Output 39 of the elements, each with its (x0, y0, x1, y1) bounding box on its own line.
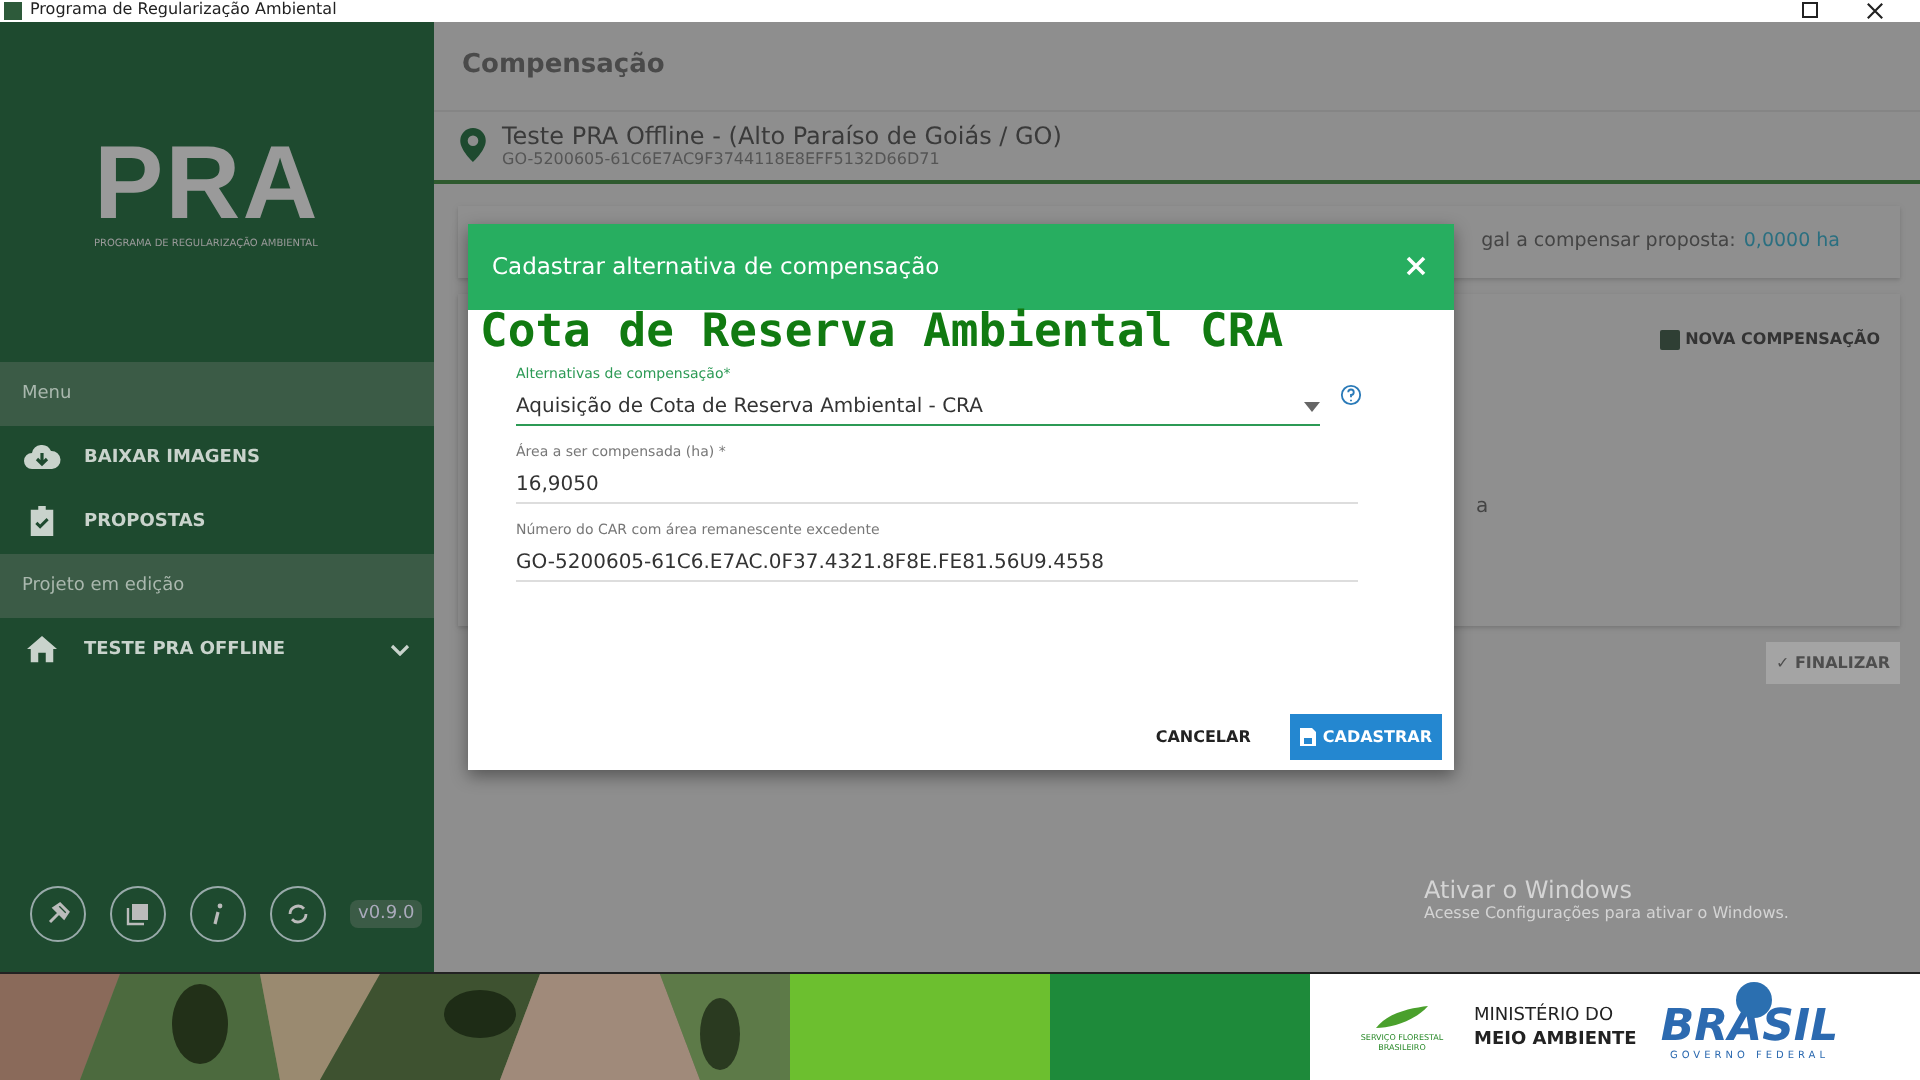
leaf-icon (1372, 1003, 1432, 1031)
hammer-icon[interactable] (30, 886, 86, 942)
dialog-title: Cadastrar alternativa de compensação (492, 252, 940, 281)
section-header: Menu (0, 361, 434, 426)
version-badge: v0.9.0 (350, 900, 423, 928)
activation-text: Acesse Configurações para ativar o Windows. (1424, 903, 1789, 922)
close-icon[interactable] (1866, 1, 1884, 20)
save-icon (1300, 727, 1317, 746)
new-compensation-button[interactable]: NOVA COMPENSAÇÃO (1659, 329, 1880, 350)
section-header: Projeto em edição (0, 553, 434, 618)
property-code: GO-5200605-61C6E7AC9F3744118E8EFF5132D66D71 (502, 150, 942, 169)
maximize-button[interactable] (1802, 2, 1818, 19)
sync-icon[interactable] (270, 886, 326, 942)
ministry-text: MINISTÉRIO DO (1474, 1003, 1616, 1027)
window-title: Programa de Regularização Ambiental (30, 0, 337, 21)
location-pin-icon (460, 128, 486, 163)
summary-label: gal a compensar proposta: (1481, 230, 1736, 253)
caret-icon (1304, 401, 1320, 412)
ministry-name: MEIO AMBIENTE (1474, 1027, 1637, 1051)
stack-icon[interactable] (110, 886, 166, 942)
plus-icon (1659, 329, 1680, 350)
nav-item[interactable]: TESTE PRA OFFLINE (0, 617, 434, 682)
app-icon (4, 1, 22, 20)
card-text: a (1476, 495, 1489, 518)
logo-text: PRA (94, 133, 322, 234)
cloud-download-icon (22, 442, 62, 473)
summary-value: 0,0000 ha (1743, 230, 1840, 253)
cancel-button[interactable]: CANCELAR (1143, 713, 1263, 760)
submit-button[interactable]: CADASTRAR (1290, 713, 1442, 760)
home-icon (22, 634, 62, 665)
activation-title: Ativar o Windows (1424, 875, 1634, 904)
help-icon[interactable] (1340, 384, 1362, 407)
caption-text: Cota de Reserva Ambiental CRA (480, 307, 1284, 356)
country-logo-text: BRASIL (1660, 1005, 1839, 1049)
nav-item[interactable]: BAIXAR IMAGENS (0, 425, 434, 490)
property-name: Teste PRA Offline - (Alto Paraíso de Goiás / GO) (502, 122, 1062, 151)
nav-item[interactable]: PROPOSTAS (0, 489, 434, 554)
page-title: Compensação (462, 50, 665, 81)
info-icon[interactable] (190, 886, 246, 942)
